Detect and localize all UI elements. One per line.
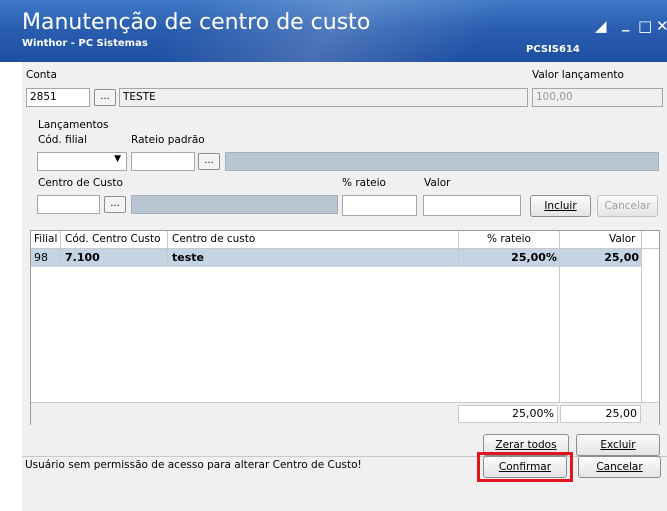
col-header-valor[interactable]: Valor [609, 231, 635, 248]
footer-valor-total: 25,00 [560, 405, 641, 423]
table-footer: 25,00% 25,00 [31, 402, 659, 426]
centro-custo-label: Centro de Custo [38, 177, 123, 189]
confirmar-label: Confirmar [498, 461, 552, 473]
maximize-icon[interactable]: □ [638, 17, 652, 35]
cell-cod-centro: 7.100 [65, 251, 100, 264]
valor-input[interactable] [423, 195, 521, 216]
lancamentos-group-label: Lançamentos [38, 119, 109, 131]
cell-filial: 98 [34, 251, 48, 264]
incluir-button[interactable]: Incluir [530, 195, 591, 217]
allocation-table[interactable]: Filial Cód. Centro Custo Centro de custo… [30, 230, 660, 426]
cancelar-label: Cancelar [596, 461, 643, 473]
chevron-down-icon: ▼ [114, 154, 121, 164]
cod-filial-select[interactable]: ▼ [37, 152, 127, 171]
cancelar-inline-button[interactable]: Cancelar [597, 195, 658, 217]
col-header-filial[interactable]: Filial [34, 231, 57, 248]
left-margin [0, 62, 22, 511]
col-divider [60, 231, 61, 267]
conta-code-input[interactable]: 2851 [26, 88, 90, 107]
rateio-padrao-label: Rateio padrão [131, 134, 205, 146]
rateio-lookup-button[interactable]: ... [198, 153, 220, 170]
cell-pct-rateio: 25,00% [511, 251, 557, 264]
close-icon[interactable]: ✕ [656, 17, 667, 35]
valor-lancamento-label: Valor lançamento [532, 69, 624, 81]
cancelar-button[interactable]: Cancelar [578, 456, 661, 478]
incluir-label: Incluir [544, 200, 577, 212]
minimize-icon[interactable]: _ [622, 14, 630, 32]
title-bar: Manutenção de centro de custo Winthor - … [0, 0, 667, 62]
cell-centro: teste [172, 251, 204, 264]
pct-rateio-input[interactable] [342, 195, 417, 216]
rateio-padrao-input[interactable] [131, 152, 195, 171]
centro-lookup-button[interactable]: ... [104, 196, 126, 213]
zerar-todos-label: Zerar todos [495, 439, 557, 451]
valor-lancamento-field: 100,00 [532, 88, 663, 107]
confirmar-button[interactable]: Confirmar [483, 456, 567, 478]
cell-valor: 25,00 [604, 251, 639, 264]
col-divider [458, 231, 459, 267]
col-divider [559, 231, 560, 425]
footer-pct-total: 25,00% [458, 405, 558, 423]
window-subtitle: Winthor - PC Sistemas [22, 38, 148, 49]
conta-name-field: TESTE [119, 88, 528, 107]
conta-lookup-button[interactable]: ... [94, 89, 116, 106]
status-message: Usuário sem permissão de acesso para alt… [25, 459, 362, 471]
col-header-pct-rateio[interactable]: % rateio [487, 231, 531, 248]
col-divider [167, 231, 168, 267]
col-divider [641, 231, 642, 425]
window-title: Manutenção de centro de custo [22, 10, 371, 35]
col-header-centro[interactable]: Centro de custo [172, 231, 255, 248]
pct-rateio-label: % rateio [342, 177, 386, 189]
centro-description-field [131, 195, 338, 214]
conta-label: Conta [26, 69, 57, 81]
restore-icon[interactable]: ◢ [595, 17, 607, 35]
col-header-cod-centro[interactable]: Cód. Centro Custo [65, 231, 161, 248]
centro-custo-input[interactable] [37, 195, 100, 214]
excluir-label: Excluir [600, 439, 636, 451]
program-code: PCSIS614 [526, 44, 580, 55]
cod-filial-label: Cód. filial [38, 134, 87, 146]
cancelar-inline-label: Cancelar [604, 200, 651, 212]
valor-label: Valor [424, 177, 451, 189]
excluir-button[interactable]: Excluir [576, 434, 660, 456]
rateio-description-field [225, 152, 659, 171]
